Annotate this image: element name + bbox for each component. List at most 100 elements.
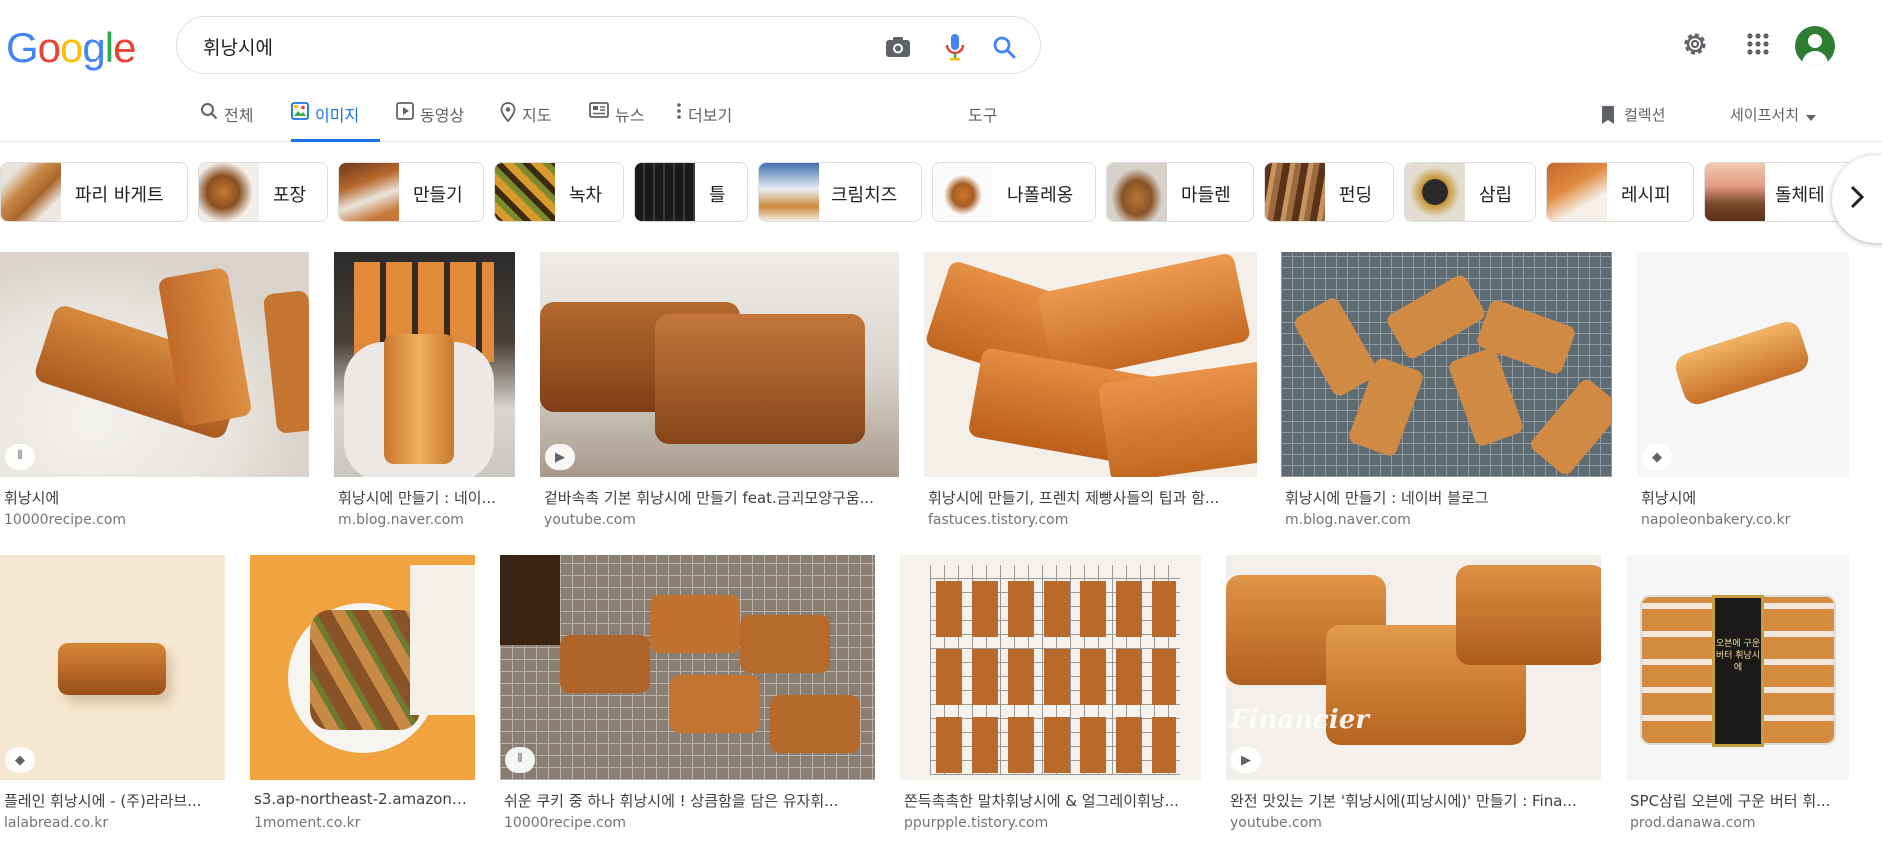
result-card[interactable]: 𝍪 쉬운 쿠키 중 하나 휘낭시에 ! 상큼함을 담은 유자휘... 10000… (500, 555, 876, 835)
result-image[interactable] (250, 555, 475, 780)
chip-thumbnail (339, 163, 399, 221)
chip-madeleine[interactable]: 마들렌 (1106, 162, 1254, 222)
result-title[interactable]: s3.ap-northeast-2.amazonaw... (254, 790, 474, 808)
tab-videos[interactable]: 동영상 (396, 102, 464, 142)
result-source[interactable]: fastuces.tistory.com (928, 512, 1068, 528)
result-title[interactable]: SPC삼립 오븐에 구운 버터 휘... (1630, 790, 1848, 811)
chip-paris-baguette[interactable]: 파리 바게트 (0, 162, 188, 222)
play-icon (396, 102, 414, 120)
result-card[interactable]: Financier ▶ 완전 맛있는 기본 '휘낭시에(피낭시에)' 만들기 :… (1226, 555, 1602, 835)
tab-label: 뉴스 (615, 106, 645, 125)
chip-label: 파리 바게트 (75, 185, 164, 206)
logo-letter-o2: o (60, 24, 83, 71)
result-source[interactable]: prod.danawa.com (1630, 815, 1756, 831)
chip-packaging[interactable]: 포장 (198, 162, 328, 222)
result-card[interactable]: 쫀득촉촉한 말차휘낭시에 & 얼그레이휘낭... ppurpple.tistor… (900, 555, 1202, 835)
tab-news[interactable]: 뉴스 (589, 102, 644, 142)
result-source[interactable]: youtube.com (544, 512, 636, 528)
result-title[interactable]: 겉바속촉 기본 휘낭시에 만들기 feat.금괴모양구움... (544, 487, 896, 508)
result-title[interactable]: 쫀득촉촉한 말차휘낭시에 & 얼그레이휘낭... (904, 790, 1200, 811)
result-source[interactable]: m.blog.naver.com (338, 512, 464, 528)
chip-recipe[interactable]: 레시피 (1546, 162, 1694, 222)
chip-label: 나폴레옹 (1007, 185, 1074, 206)
avatar-body (1802, 51, 1828, 66)
result-title[interactable]: 휘낭시에 만들기 : 네이버 블로그 (1285, 487, 1609, 508)
tools-button[interactable]: 도구 (968, 102, 997, 126)
result-image[interactable]: 𝍪 (0, 252, 309, 477)
result-image[interactable] (334, 252, 515, 477)
result-card[interactable]: ◆ 플레인 휘낭시에 - (주)라라브... lalabread.co.kr (0, 555, 226, 835)
result-title[interactable]: 휘낭시에 만들기, 프렌치 제빵사들의 팁과 함... (928, 487, 1254, 508)
chip-mold[interactable]: 틀 (634, 162, 748, 222)
result-image[interactable]: Financier ▶ (1226, 555, 1601, 780)
chip-funding[interactable]: 펀딩 (1264, 162, 1394, 222)
chip-cream-cheese[interactable]: 크림치즈 (758, 162, 922, 222)
play-icon: ▶ (555, 449, 565, 465)
chip-thumbnail (759, 163, 819, 221)
chip-label: 틀 (709, 185, 726, 206)
avatar[interactable] (1795, 26, 1835, 66)
tab-images[interactable]: 이미지 (291, 102, 380, 142)
chip-green-tea[interactable]: 녹차 (494, 162, 624, 222)
result-image[interactable]: 오븐에 구운 버터 휘낭시에 (1626, 555, 1849, 780)
result-card[interactable]: 휘낭시에 만들기, 프렌치 제빵사들의 팁과 함... fastuces.tis… (924, 252, 1258, 532)
logo-letter-o1: o (37, 24, 61, 71)
safesearch-label: 세이프서치 (1730, 106, 1800, 124)
result-source[interactable]: ppurpple.tistory.com (904, 815, 1048, 831)
chip-thumbnail (1107, 163, 1167, 221)
google-logo[interactable]: Google (6, 24, 136, 72)
tab-more[interactable]: 더보기 (676, 102, 732, 142)
chip-making[interactable]: 만들기 (338, 162, 484, 222)
result-title[interactable]: 플레인 휘낭시에 - (주)라라브... (4, 790, 224, 811)
result-title[interactable]: 완전 맛있는 기본 '휘낭시에(피낭시에)' 만들기 : Fina... (1230, 790, 1600, 811)
tab-all[interactable]: 전체 (200, 102, 253, 142)
result-image[interactable]: ◆ (1637, 252, 1849, 477)
result-title[interactable]: 휘낭시에 만들기 : 네이... (338, 487, 508, 508)
result-image[interactable]: 𝍪 (500, 555, 875, 780)
result-card[interactable]: ◆ 휘낭시에 napoleonbakery.co.kr (1637, 252, 1850, 532)
result-card[interactable]: 𝍪 휘낭시에 10000recipe.com (0, 252, 310, 532)
cake-shape (262, 290, 309, 434)
result-card[interactable]: 오븐에 구운 버터 휘낭시에 SPC삼립 오븐에 구운 버터 휘... prod… (1626, 555, 1850, 835)
chip-label: 만들기 (413, 185, 463, 206)
result-source[interactable]: 10000recipe.com (4, 512, 126, 528)
safesearch-button[interactable]: 세이프서치 (1730, 104, 1816, 125)
recipe-badge: 𝍪 (5, 444, 35, 470)
chip-napoleon[interactable]: 나폴레옹 (932, 162, 1096, 222)
result-image[interactable]: ◆ (0, 555, 225, 780)
caret-down-icon (1805, 107, 1816, 125)
result-image[interactable] (1281, 252, 1612, 477)
tab-maps[interactable]: 지도 (500, 102, 551, 142)
logo-letter-g: G (6, 24, 39, 71)
search-icon[interactable] (988, 31, 1020, 63)
package-text-line2: 버터 휘낭시에 (1715, 651, 1761, 673)
gear-icon[interactable] (1675, 24, 1715, 64)
result-source[interactable]: napoleonbakery.co.kr (1641, 512, 1790, 528)
result-image[interactable]: ▶ (540, 252, 899, 477)
package-text-line1: 오븐에 구운 (1715, 639, 1761, 649)
result-card[interactable]: ▶ 겉바속촉 기본 휘낭시에 만들기 feat.금괴모양구움... youtub… (540, 252, 900, 532)
result-title[interactable]: 휘낭시에 (4, 487, 304, 508)
search-box[interactable]: 휘낭시에 (176, 16, 1041, 74)
result-source[interactable]: youtube.com (1230, 815, 1322, 831)
result-source[interactable]: 1moment.co.kr (254, 815, 361, 831)
camera-icon[interactable] (882, 31, 914, 63)
result-source[interactable]: 10000recipe.com (504, 815, 626, 831)
collection-button[interactable]: 컬렉션 (1600, 104, 1665, 125)
pin-icon (500, 102, 516, 122)
result-image[interactable] (924, 252, 1257, 477)
chip-samlip[interactable]: 삼립 (1404, 162, 1536, 222)
result-image[interactable] (900, 555, 1201, 780)
result-card[interactable]: 휘낭시에 만들기 : 네이버 블로그 m.blog.naver.com (1281, 252, 1613, 532)
result-card[interactable]: 휘낭시에 만들기 : 네이... m.blog.naver.com (334, 252, 516, 532)
search-input[interactable]: 휘낭시에 (203, 33, 273, 60)
result-card[interactable]: s3.ap-northeast-2.amazonaw... 1moment.co… (250, 555, 476, 835)
result-source[interactable]: lalabread.co.kr (4, 815, 108, 831)
result-title[interactable]: 쉬운 쿠키 중 하나 휘낭시에 ! 상큼함을 담은 유자휘... (504, 790, 854, 811)
apps-icon[interactable] (1738, 24, 1778, 64)
result-title[interactable]: 휘낭시에 (1641, 487, 1847, 508)
mic-icon[interactable] (939, 31, 971, 63)
fork-knife-icon: 𝍪 (17, 448, 23, 463)
chip-thumbnail (1265, 163, 1325, 221)
result-source[interactable]: m.blog.naver.com (1285, 512, 1411, 528)
